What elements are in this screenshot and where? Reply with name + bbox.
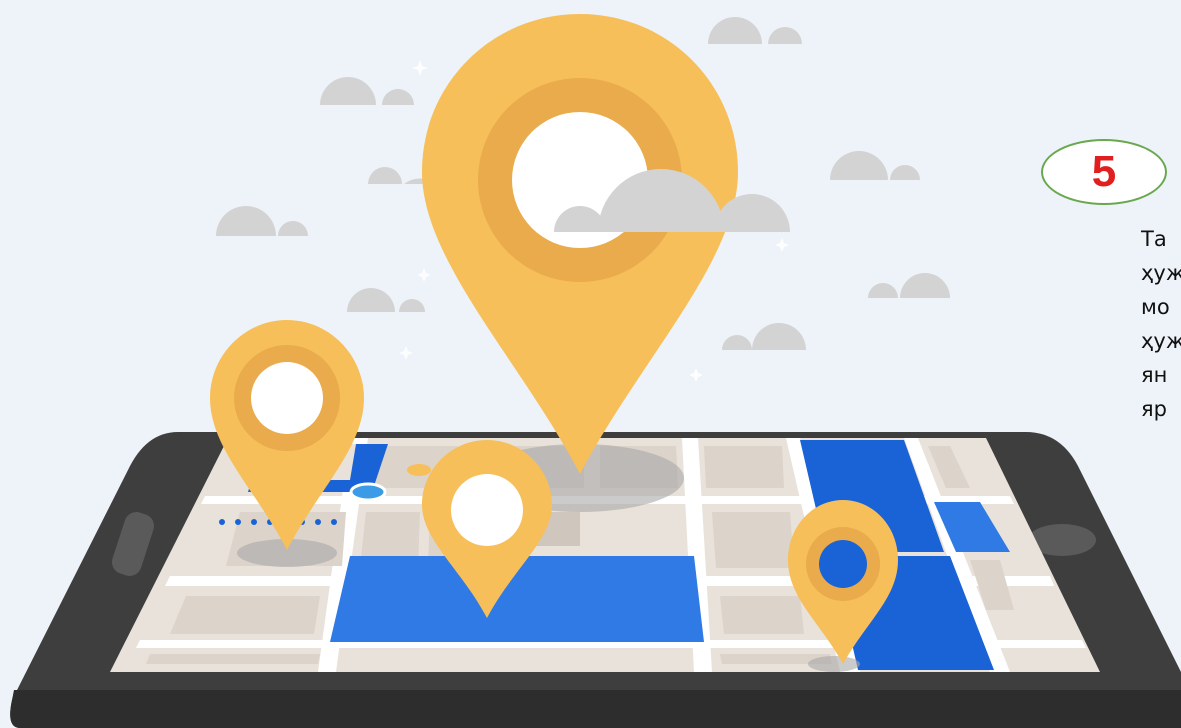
map-pin-icon bbox=[422, 14, 738, 474]
cloud-icon bbox=[347, 288, 425, 312]
map-illustration bbox=[10, 14, 1181, 728]
cloud-icon bbox=[722, 323, 806, 350]
description-line: ҳуж bbox=[1141, 329, 1181, 353]
description-line: мо bbox=[1141, 295, 1170, 319]
description-line: ҳуж bbox=[1141, 261, 1181, 285]
cloud-icon bbox=[868, 273, 950, 298]
map-marker-dot bbox=[407, 464, 431, 476]
stage: 5 Та ҳуж мо ҳуж ян яр bbox=[0, 0, 1181, 728]
cloud-icon bbox=[216, 206, 308, 236]
cloud-icon bbox=[320, 77, 414, 105]
description-line: ян bbox=[1141, 363, 1168, 387]
description-line: яр bbox=[1141, 397, 1167, 421]
cloud-icon bbox=[708, 17, 802, 44]
step-badge: 5 bbox=[1041, 139, 1167, 205]
cloud-icon bbox=[830, 151, 920, 180]
location-dot bbox=[349, 482, 387, 502]
step-number: 5 bbox=[1091, 147, 1117, 196]
step-description: Та ҳуж мо ҳуж ян яр bbox=[1141, 222, 1181, 426]
description-line: Та bbox=[1141, 227, 1167, 251]
